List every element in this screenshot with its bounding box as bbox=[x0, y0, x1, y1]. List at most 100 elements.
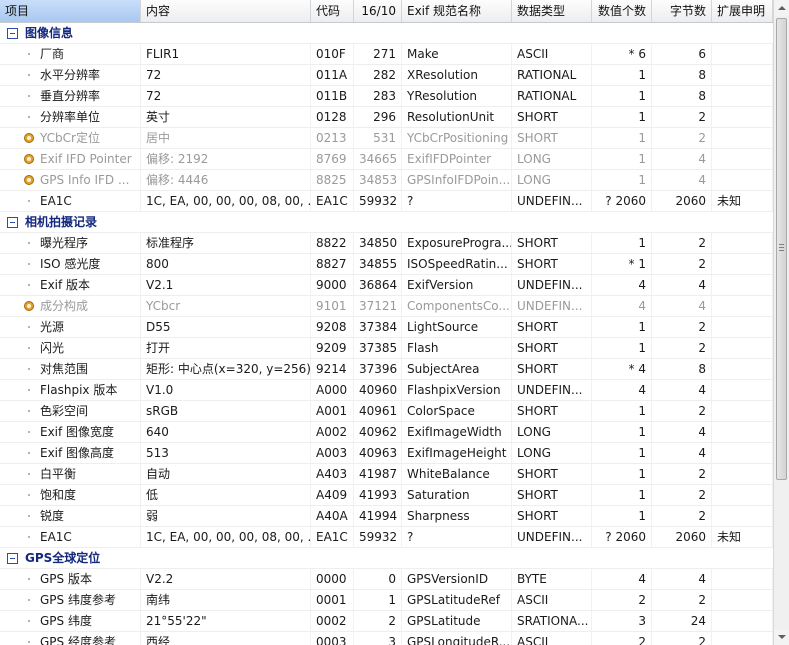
cell-col-content: 800 bbox=[141, 254, 311, 274]
header-col-data-type[interactable]: 数据类型 bbox=[512, 0, 592, 22]
cell-col-bytes: 2060 bbox=[652, 527, 712, 547]
scroll-down-arrow-icon[interactable] bbox=[774, 629, 789, 645]
cell-col-exif-name: WhiteBalance bbox=[402, 464, 512, 484]
table-row[interactable]: GPS 纬度 21°55'22" 0002 2 GPSLatitude SRATIONA.… bbox=[0, 611, 773, 632]
cell-col-exif-name: YCbCrPositioning bbox=[402, 128, 512, 148]
table-row[interactable]: GPS 纬度参考 南纬 0001 1 GPSLatitudeRef ASCII 2 2 bbox=[0, 590, 773, 611]
cell-col-item: Exif 版本 bbox=[0, 275, 141, 295]
section-label: 相机拍摄记录 bbox=[25, 215, 98, 229]
table-row[interactable]: 闪光 打开 9209 37385 Flash SHORT 1 2 bbox=[0, 338, 773, 359]
cell-col-data-type: SRATIONA... bbox=[512, 611, 592, 631]
cell-col-code: EA1C bbox=[311, 191, 354, 211]
header-col-extension[interactable]: 扩展申明 bbox=[712, 0, 773, 22]
cell-col-code: A403 bbox=[311, 464, 354, 484]
table-row[interactable]: 分辨率单位 英寸 0128 296 ResolutionUnit SHORT 1 2 bbox=[0, 107, 773, 128]
cell-col-item: 厂商 bbox=[0, 44, 141, 64]
cell-col-data-type: SHORT bbox=[512, 254, 592, 274]
table-row[interactable]: 曝光程序 标准程序 8822 34850 ExposureProgra... SHORT 1… bbox=[0, 233, 773, 254]
cell-col-item: GPS 纬度参考 bbox=[0, 590, 141, 610]
table-row[interactable]: EA1C 1C, EA, 00, 00, 00, 08, 00, ... EA1C 5… bbox=[0, 191, 773, 212]
cell-col-data-type: LONG bbox=[512, 149, 592, 169]
vertical-scrollbar[interactable] bbox=[773, 0, 789, 645]
cell-col-bytes: 2 bbox=[652, 107, 712, 127]
cell-col-data-type: LONG bbox=[512, 170, 592, 190]
cell-col-dec: 37385 bbox=[354, 338, 402, 358]
cell-col-count: 4 bbox=[592, 275, 652, 295]
cell-col-code: 0000 bbox=[311, 569, 354, 589]
header-col-item[interactable]: 项目 bbox=[0, 0, 141, 22]
header-col-content[interactable]: 内容 bbox=[141, 0, 311, 22]
cell-col-extension bbox=[712, 170, 773, 190]
table-row[interactable]: GPS 版本 V2.2 0000 0 GPSVersionID BYTE 4 4 bbox=[0, 569, 773, 590]
table-row[interactable]: GPS 经度参考 西经 0003 3 GPSLongitudeR... ASCII 2 2 bbox=[0, 632, 773, 645]
table-row[interactable]: 光源 D55 9208 37384 LightSource SHORT 1 2 bbox=[0, 317, 773, 338]
cell-col-extension bbox=[712, 485, 773, 505]
table-row[interactable]: 饱和度低 A409 41993 Saturation SHORT 1 2 bbox=[0, 485, 773, 506]
table-row[interactable]: Exif 图像宽度 640 A002 40962 ExifImageWidth LONG 1… bbox=[0, 422, 773, 443]
cell-col-dec: 0 bbox=[354, 569, 402, 589]
table-row[interactable]: 锐度弱 A40A 41994 Sharpness SHORT 1 2 bbox=[0, 506, 773, 527]
cell-col-code: 8827 bbox=[311, 254, 354, 274]
cell-col-exif-name: ExifImageHeight bbox=[402, 443, 512, 463]
cell-col-dec: 40961 bbox=[354, 401, 402, 421]
cell-col-data-type: UNDEFIN... bbox=[512, 275, 592, 295]
collapse-toggle-icon[interactable] bbox=[7, 217, 18, 228]
section-row[interactable]: GPS全球定位 bbox=[0, 548, 773, 569]
cell-col-bytes: 2 bbox=[652, 401, 712, 421]
table-row[interactable]: 厂商 FLIR1 010F 271 Make ASCII * 66 bbox=[0, 44, 773, 65]
header-col-bytes[interactable]: 字节数 bbox=[652, 0, 712, 22]
table-row[interactable]: Exif 版本 V2.1 9000 36864 ExifVersion UNDEFIN..… bbox=[0, 275, 773, 296]
cell-col-bytes: 2 bbox=[652, 317, 712, 337]
cell-col-exif-name: GPSLatitudeRef bbox=[402, 590, 512, 610]
scroll-up-arrow-icon[interactable] bbox=[774, 0, 789, 16]
cell-col-item: 分辨率单位 bbox=[0, 107, 141, 127]
table-row[interactable]: 对焦范围 矩形: 中心点(x=320, y=256),... 9214 37396 Su… bbox=[0, 359, 773, 380]
cell-col-count: 4 bbox=[592, 569, 652, 589]
table-row[interactable]: 成分构成 YCbcr 9101 37121 ComponentsCo... UNDEFIN… bbox=[0, 296, 773, 317]
cell-col-count: 1 bbox=[592, 128, 652, 148]
cell-col-count: 4 bbox=[592, 296, 652, 316]
cell-col-extension bbox=[712, 65, 773, 85]
section-row[interactable]: 图像信息 bbox=[0, 23, 773, 44]
cell-col-count: 1 bbox=[592, 506, 652, 526]
cell-col-exif-name: GPSVersionID bbox=[402, 569, 512, 589]
cell-col-code: 9214 bbox=[311, 359, 354, 379]
table-row[interactable]: Flashpix 版本 V1.0 A000 40960 FlashpixVersion U… bbox=[0, 380, 773, 401]
cell-col-item: GPS 版本 bbox=[0, 569, 141, 589]
cell-col-exif-name: ? bbox=[402, 527, 512, 547]
cell-col-data-type: UNDEFIN... bbox=[512, 527, 592, 547]
cell-col-extension bbox=[712, 44, 773, 64]
table-row[interactable]: ISO 感光度 800 8827 34855 ISOSpeedRatin... SHORT… bbox=[0, 254, 773, 275]
table-header: 项目 内容 代码 16/10 Exif 规范名称 数据类型 数值个数 字节数 扩展申明 bbox=[0, 0, 773, 23]
cell-col-bytes: 24 bbox=[652, 611, 712, 631]
cell-col-code: 9000 bbox=[311, 275, 354, 295]
collapse-toggle-icon[interactable] bbox=[7, 28, 18, 39]
table-row[interactable]: 垂直分辨率 72 011B 283 YResolution RATIONAL 1 8 bbox=[0, 86, 773, 107]
cell-col-item: Flashpix 版本 bbox=[0, 380, 141, 400]
scrollbar-thumb[interactable] bbox=[776, 18, 787, 480]
header-col-code[interactable]: 代码 bbox=[311, 0, 354, 22]
cell-col-extension bbox=[712, 506, 773, 526]
table-row[interactable]: 色彩空间 sRGB A001 40961 ColorSpace SHORT 1 2 bbox=[0, 401, 773, 422]
table-row[interactable]: YCbCr定位 居中 0213 531 YCbCrPositioning SHORT 1 2 bbox=[0, 128, 773, 149]
collapse-toggle-icon[interactable] bbox=[7, 553, 18, 564]
section-row[interactable]: 相机拍摄记录 bbox=[0, 212, 773, 233]
header-col-dec[interactable]: 16/10 bbox=[354, 0, 402, 22]
cell-col-item: GPS 经度参考 bbox=[0, 632, 141, 645]
header-col-exif-name[interactable]: Exif 规范名称 bbox=[402, 0, 512, 22]
cell-col-exif-name: Saturation bbox=[402, 485, 512, 505]
cell-col-dec: 40960 bbox=[354, 380, 402, 400]
cell-col-item: 水平分辨率 bbox=[0, 65, 141, 85]
cell-col-data-type: SHORT bbox=[512, 107, 592, 127]
header-col-count[interactable]: 数值个数 bbox=[592, 0, 652, 22]
table-row[interactable]: 水平分辨率 72 011A 282 XResolution RATIONAL 1 8 bbox=[0, 65, 773, 86]
table-row[interactable]: GPS Info IFD ... 偏移: 4446 8825 34853 GPSInfo… bbox=[0, 170, 773, 191]
cell-col-bytes: 2 bbox=[652, 464, 712, 484]
cell-col-dec: 34853 bbox=[354, 170, 402, 190]
table-row[interactable]: Exif IFD Pointer 偏移: 2192 8769 34665 ExifIFD… bbox=[0, 149, 773, 170]
cell-col-data-type: SHORT bbox=[512, 359, 592, 379]
table-row[interactable]: Exif 图像高度 513 A003 40963 ExifImageHeight LONG… bbox=[0, 443, 773, 464]
cell-col-dec: 37396 bbox=[354, 359, 402, 379]
table-row[interactable]: EA1C 1C, EA, 00, 00, 00, 08, 00, ... EA1C 5… bbox=[0, 527, 773, 548]
table-row[interactable]: 白平衡 自动 A403 41987 WhiteBalance SHORT 1 2 bbox=[0, 464, 773, 485]
